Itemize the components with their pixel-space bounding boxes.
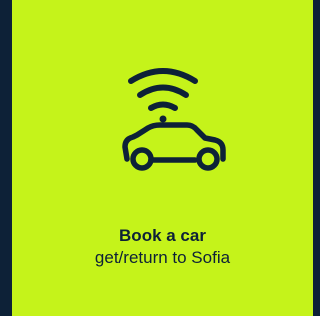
card-title: Book a car xyxy=(119,226,206,245)
connected-car-icon xyxy=(122,68,226,171)
book-car-card[interactable]: Book a car get/return to Sofia xyxy=(12,0,313,316)
card-subtitle: get/return to Sofia xyxy=(94,248,231,267)
